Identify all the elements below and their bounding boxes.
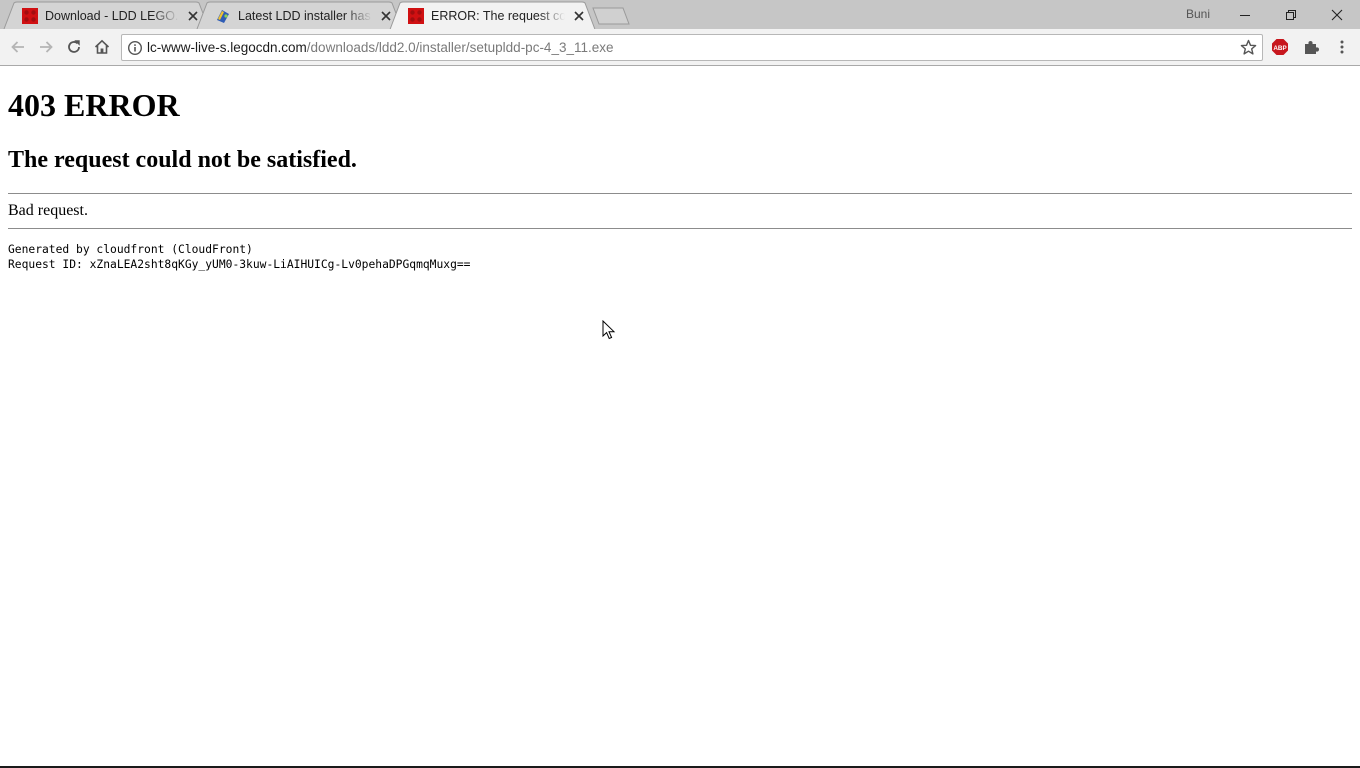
- tab-strip: Download - LDD LEGO.com Latest LDD insta…: [0, 0, 1360, 30]
- restore-button[interactable]: [1268, 0, 1314, 29]
- adblock-plus-icon: ABP: [1272, 39, 1288, 55]
- close-icon[interactable]: [573, 10, 585, 22]
- new-tab-button[interactable]: [592, 7, 630, 25]
- kebab-menu-icon: [1340, 40, 1344, 54]
- tab-title: Latest LDD installer has been removed: [238, 8, 372, 23]
- divider: [8, 228, 1352, 229]
- profile-name[interactable]: Buni: [1186, 7, 1210, 21]
- minimize-button[interactable]: [1222, 0, 1268, 29]
- tab-title: ERROR: The request could not be satisfie…: [431, 8, 565, 23]
- tab-download-ldd[interactable]: Download - LDD LEGO.com: [3, 1, 210, 30]
- close-icon: [1331, 9, 1343, 20]
- close-window-button[interactable]: [1314, 0, 1360, 29]
- lego-brick-icon: [408, 7, 424, 24]
- arrow-left-icon: [11, 41, 24, 53]
- puzzle-extension-icon: [1305, 41, 1319, 54]
- tab-ldd-installer-removed[interactable]: Latest LDD installer has been removed: [196, 1, 403, 30]
- back-button[interactable]: [8, 37, 28, 57]
- arrow-right-icon: [40, 41, 53, 53]
- url-text: lc-www-live-s.legocdn.com/downloads/ldd2…: [147, 40, 614, 55]
- forward-button[interactable]: [36, 37, 56, 57]
- restore-icon: [1286, 9, 1296, 20]
- divider: [8, 193, 1352, 194]
- page-title: 403 ERROR: [8, 87, 180, 123]
- tab-title: Download - LDD LEGO.com: [45, 8, 179, 23]
- svg-text:ABP: ABP: [1273, 45, 1286, 52]
- error-subtitle: The request could not be satisfied.: [8, 147, 357, 173]
- extensions-button[interactable]: [1301, 37, 1321, 57]
- forum-icon: [217, 9, 229, 23]
- info-icon[interactable]: [127, 40, 143, 56]
- bookmark-star-icon[interactable]: [1240, 39, 1257, 56]
- address-bar[interactable]: lc-www-live-s.legocdn.com/downloads/ldd2…: [121, 34, 1263, 61]
- generated-by: Generated by cloudfront (CloudFront): [8, 243, 253, 256]
- tab-error-active[interactable]: ERROR: The request could not be satisfie…: [389, 1, 596, 30]
- lego-brick-icon: [22, 7, 38, 24]
- minimize-icon: [1240, 14, 1250, 16]
- url-host: lc-www-live-s.legocdn.com: [147, 40, 307, 55]
- home-button[interactable]: [92, 37, 112, 57]
- home-icon: [94, 39, 110, 54]
- reload-button[interactable]: [64, 37, 84, 57]
- reload-icon: [68, 40, 80, 53]
- error-message: Bad request.: [8, 202, 88, 219]
- page-content: 403 ERROR The request could not be satis…: [0, 66, 1360, 766]
- menu-button[interactable]: [1332, 37, 1352, 57]
- request-details: Generated by cloudfront (CloudFront) Req…: [8, 242, 471, 272]
- browser-toolbar: lc-www-live-s.legocdn.com/downloads/ldd2…: [0, 29, 1360, 66]
- url-path: /downloads/ldd2.0/installer/setupldd-pc-…: [306, 40, 614, 55]
- mouse-cursor-icon: [602, 320, 616, 340]
- adblock-plus-button[interactable]: ABP: [1270, 37, 1290, 57]
- request-id: Request ID: xZnaLEA2sht8qKGy_yUM0-3kuw-L…: [8, 258, 471, 271]
